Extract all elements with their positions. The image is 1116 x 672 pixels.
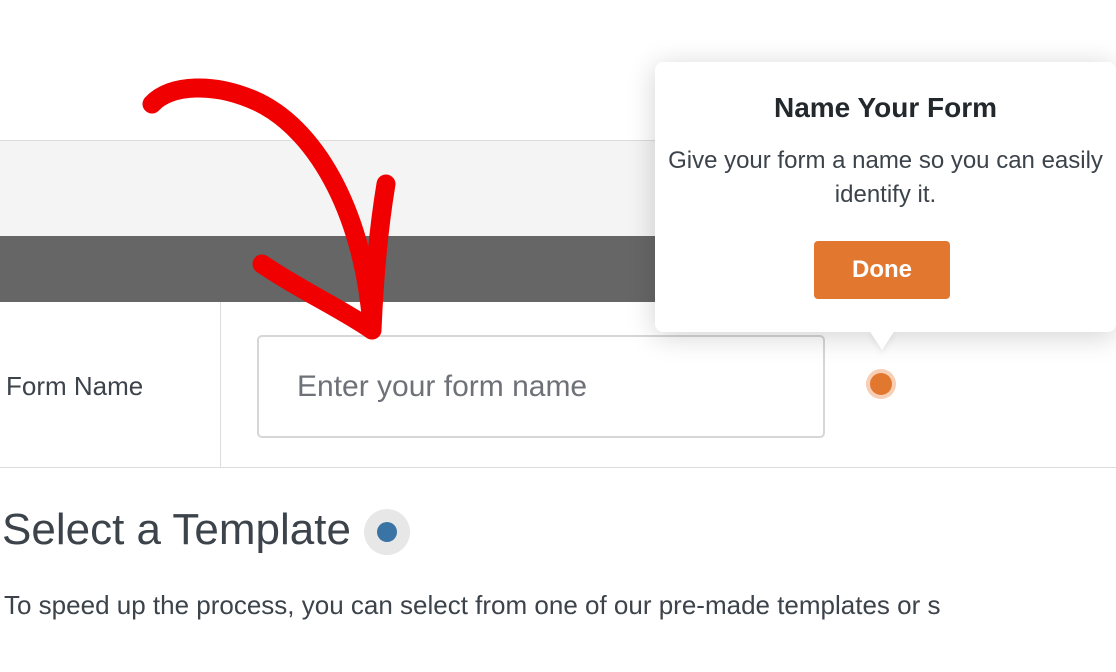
tooltip-name-your-form: Name Your Form Give your form a name so … bbox=[655, 62, 1116, 332]
tooltip-pointer bbox=[869, 330, 895, 350]
select-template-heading: Select a Template bbox=[2, 505, 351, 554]
tooltip-body: Give your form a name so you can easily … bbox=[668, 147, 1103, 208]
form-name-label: Form Name bbox=[6, 371, 144, 401]
tooltip-title: Name Your Form bbox=[773, 92, 997, 123]
select-template-description: To speed up the process, you can select … bbox=[4, 590, 941, 620]
pulse-dot-icon[interactable] bbox=[866, 369, 896, 399]
help-dot-core bbox=[377, 522, 397, 542]
form-name-input[interactable] bbox=[257, 335, 825, 438]
help-dot-icon[interactable] bbox=[364, 509, 410, 555]
done-button[interactable]: Done bbox=[814, 241, 950, 299]
pulse-dot-core bbox=[870, 373, 892, 395]
row-divider bbox=[220, 302, 221, 467]
